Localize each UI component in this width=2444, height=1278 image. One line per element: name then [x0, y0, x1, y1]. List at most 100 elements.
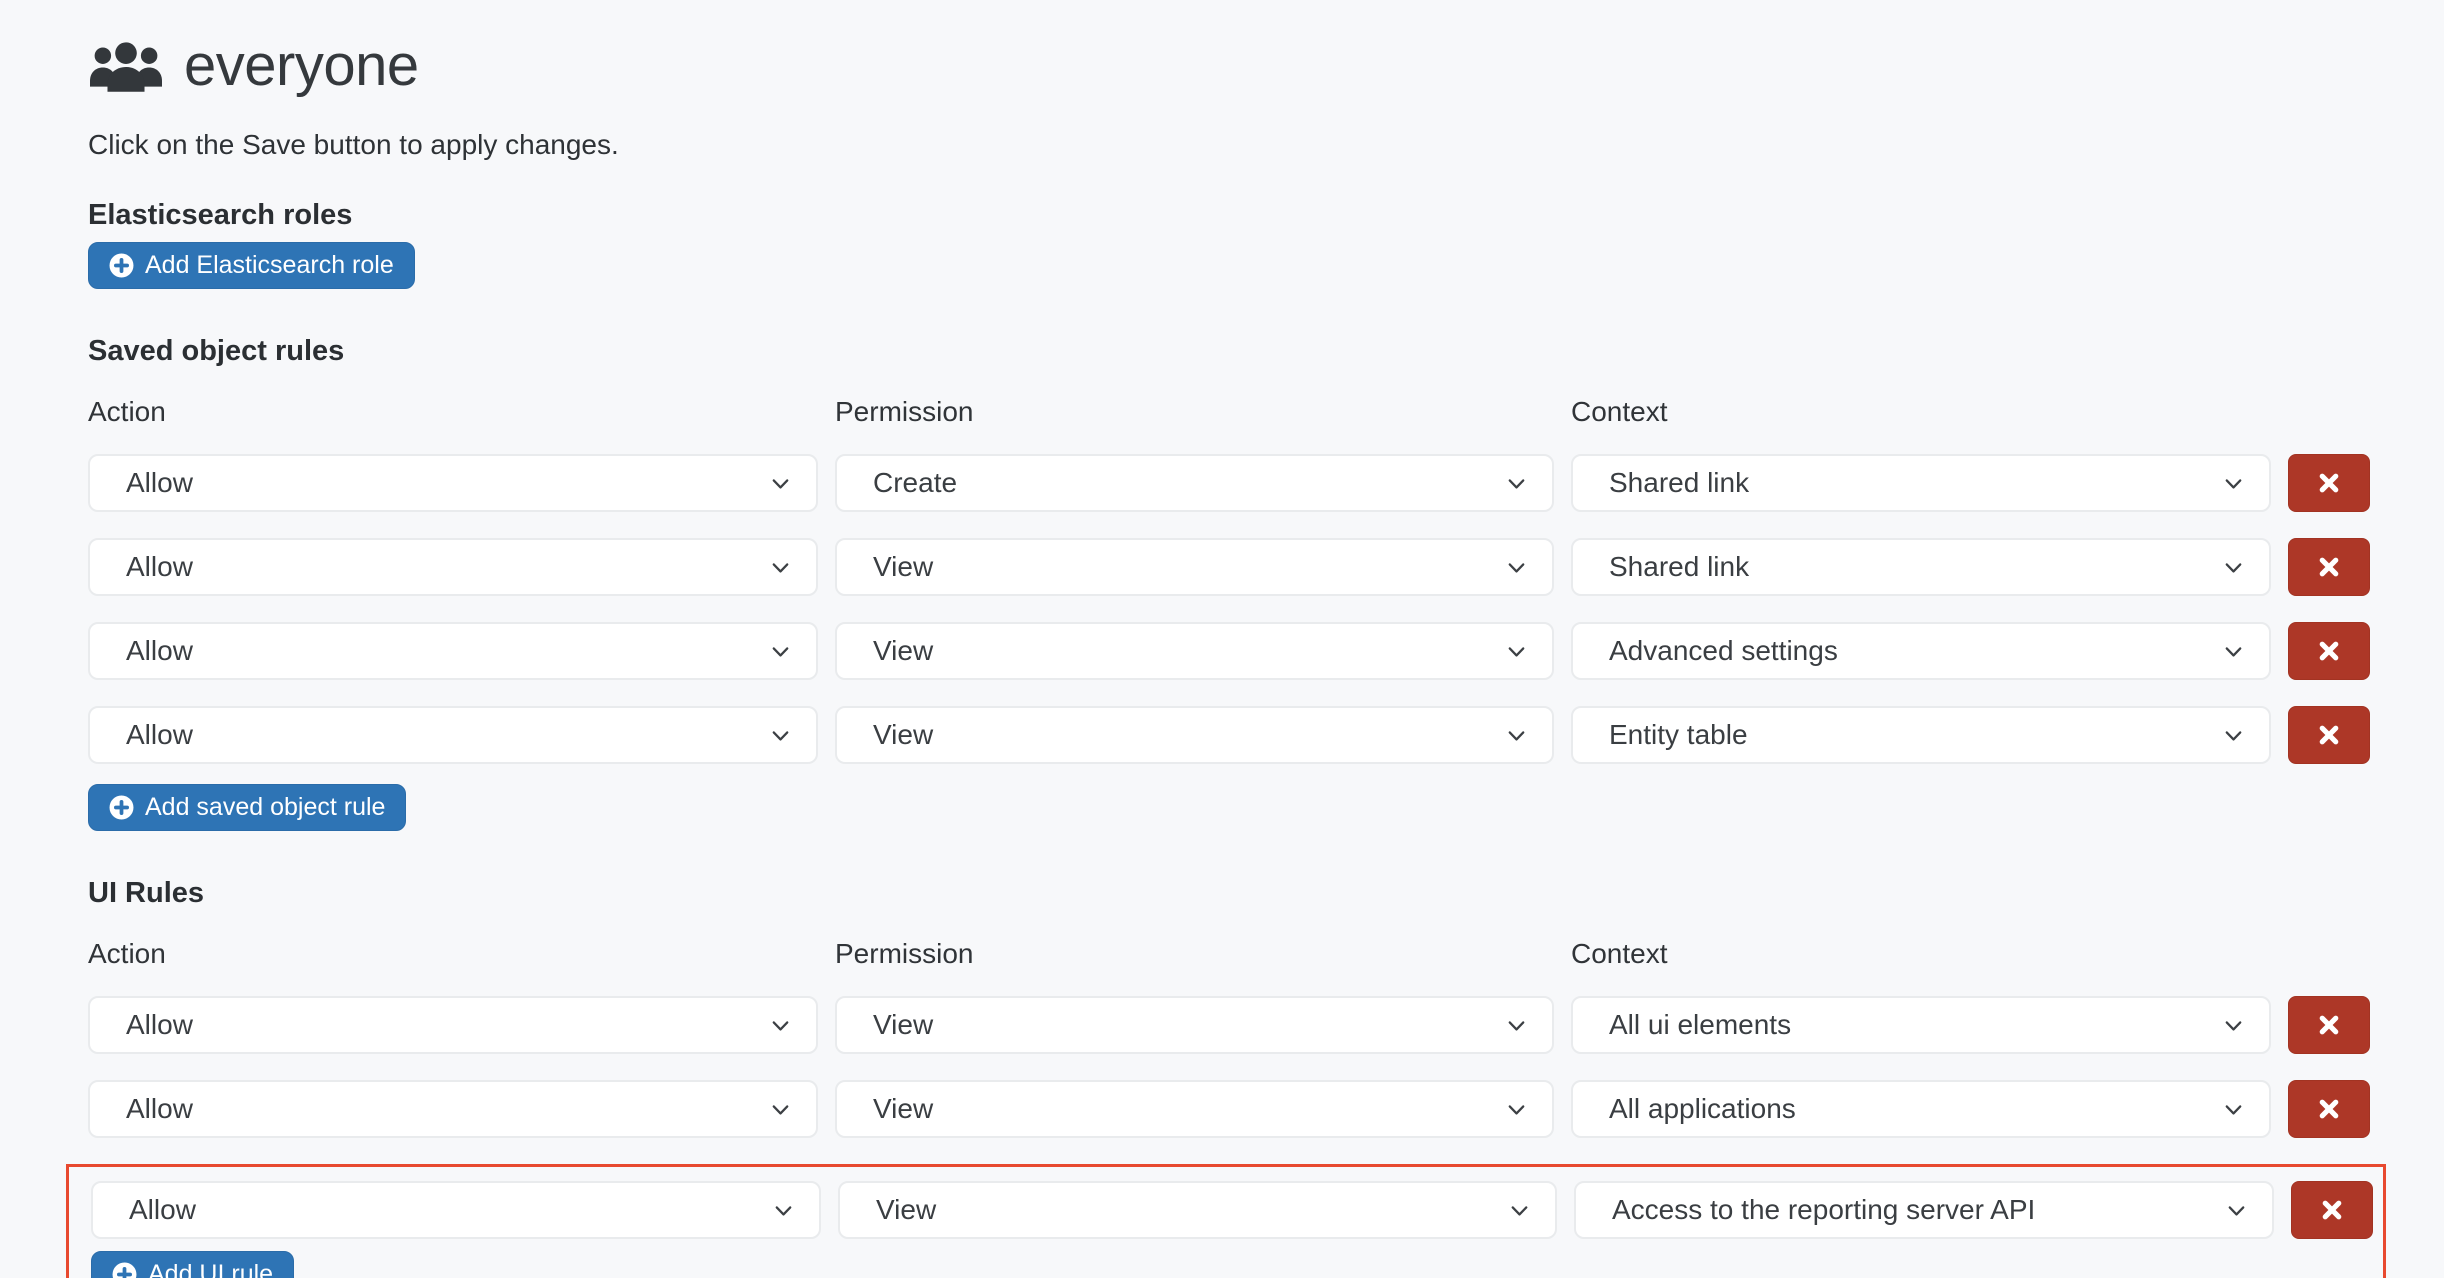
permission-select[interactable]: View: [838, 1181, 1557, 1239]
rule-row: Allow Create Shared link: [88, 454, 2444, 512]
permission-select[interactable]: Create: [835, 454, 1554, 512]
elasticsearch-roles-heading: Elasticsearch roles: [88, 199, 2444, 232]
permission-select-value: View: [873, 635, 1503, 667]
permission-select[interactable]: View: [835, 1080, 1554, 1138]
users-icon: [90, 40, 162, 92]
remove-rule-button[interactable]: [2288, 706, 2370, 764]
action-select[interactable]: Allow: [88, 996, 818, 1054]
action-select-value: Allow: [126, 467, 767, 499]
context-select-value: Shared link: [1609, 467, 2220, 499]
column-header-context: Context: [1571, 938, 2271, 970]
column-header-context: Context: [1571, 396, 2271, 428]
remove-rule-button[interactable]: [2291, 1181, 2373, 1239]
rule-row: Allow View All ui elements: [88, 996, 2444, 1054]
rule-row: Allow View Advanced settings: [88, 622, 2444, 680]
chevron-down-icon: [770, 1197, 797, 1224]
chevron-down-icon: [1503, 1096, 1530, 1123]
page-title: everyone: [184, 32, 419, 99]
chevron-down-icon: [2220, 554, 2247, 581]
save-hint-text: Click on the Save button to apply change…: [88, 129, 2444, 161]
action-select-value: Allow: [126, 551, 767, 583]
chevron-down-icon: [767, 638, 794, 665]
chevron-down-icon: [767, 1096, 794, 1123]
action-select-value: Allow: [126, 1009, 767, 1041]
permission-select[interactable]: View: [835, 538, 1554, 596]
page-header: everyone: [90, 32, 2444, 99]
action-select[interactable]: Allow: [88, 1080, 818, 1138]
rule-row: Allow View Shared link: [88, 538, 2444, 596]
plus-circle-icon: [109, 253, 134, 278]
permission-select-value: View: [873, 719, 1503, 751]
context-select[interactable]: All ui elements: [1571, 996, 2271, 1054]
add-saved-object-rule-label: Add saved object rule: [145, 793, 385, 822]
chevron-down-icon: [767, 470, 794, 497]
role-permissions-page: everyone Click on the Save button to app…: [0, 0, 2444, 1278]
chevron-down-icon: [2220, 722, 2247, 749]
chevron-down-icon: [2220, 1012, 2247, 1039]
x-icon: [2315, 1011, 2343, 1039]
action-select[interactable]: Allow: [88, 454, 818, 512]
saved-object-rules-column-headers: Action Permission Context: [88, 396, 2444, 428]
permission-select[interactable]: View: [835, 706, 1554, 764]
add-ui-rule-label: Add UI rule: [148, 1260, 273, 1278]
context-select[interactable]: Shared link: [1571, 538, 2271, 596]
remove-rule-button[interactable]: [2288, 996, 2370, 1054]
remove-rule-button[interactable]: [2288, 538, 2370, 596]
saved-object-rules-heading: Saved object rules: [88, 335, 2444, 368]
remove-rule-button[interactable]: [2288, 454, 2370, 512]
x-icon: [2315, 721, 2343, 749]
x-icon: [2318, 1196, 2346, 1224]
context-select-value: Shared link: [1609, 551, 2220, 583]
permission-select[interactable]: View: [835, 622, 1554, 680]
ui-rules-list: Allow View All ui elements Allow: [88, 996, 2444, 1138]
x-icon: [2315, 637, 2343, 665]
context-select[interactable]: Advanced settings: [1571, 622, 2271, 680]
highlighted-rule-list: Allow View Access to the reporting serve…: [91, 1181, 2375, 1239]
plus-circle-icon: [109, 795, 134, 820]
add-elasticsearch-role-button[interactable]: Add Elasticsearch role: [88, 242, 415, 289]
action-select[interactable]: Allow: [88, 538, 818, 596]
context-select[interactable]: Access to the reporting server API: [1574, 1181, 2274, 1239]
context-select-value: All ui elements: [1609, 1009, 2220, 1041]
context-select-value: Access to the reporting server API: [1612, 1194, 2223, 1226]
context-select[interactable]: Entity table: [1571, 706, 2271, 764]
context-select-value: Advanced settings: [1609, 635, 2220, 667]
add-saved-object-rule-button[interactable]: Add saved object rule: [88, 784, 406, 831]
chevron-down-icon: [1503, 470, 1530, 497]
context-select[interactable]: Shared link: [1571, 454, 2271, 512]
plus-circle-icon: [112, 1262, 137, 1278]
permission-select[interactable]: View: [835, 996, 1554, 1054]
action-select[interactable]: Allow: [88, 706, 818, 764]
action-select-value: Allow: [126, 719, 767, 751]
chevron-down-icon: [767, 554, 794, 581]
chevron-down-icon: [767, 722, 794, 749]
action-select[interactable]: Allow: [91, 1181, 821, 1239]
action-select[interactable]: Allow: [88, 622, 818, 680]
x-icon: [2315, 469, 2343, 497]
add-elasticsearch-role-label: Add Elasticsearch role: [145, 251, 394, 280]
column-header-action: Action: [88, 396, 818, 428]
chevron-down-icon: [2220, 470, 2247, 497]
permission-select-value: View: [873, 551, 1503, 583]
x-icon: [2315, 1095, 2343, 1123]
x-icon: [2315, 553, 2343, 581]
chevron-down-icon: [2220, 638, 2247, 665]
column-header-action: Action: [88, 938, 818, 970]
action-select-value: Allow: [126, 1093, 767, 1125]
chevron-down-icon: [1503, 722, 1530, 749]
context-select-value: Entity table: [1609, 719, 2220, 751]
column-header-permission: Permission: [835, 396, 1554, 428]
chevron-down-icon: [2223, 1197, 2250, 1224]
add-ui-rule-button[interactable]: Add UI rule: [91, 1251, 294, 1278]
permission-select-value: View: [876, 1194, 1506, 1226]
action-select-value: Allow: [126, 635, 767, 667]
column-header-permission: Permission: [835, 938, 1554, 970]
remove-rule-button[interactable]: [2288, 1080, 2370, 1138]
permission-select-value: View: [873, 1093, 1503, 1125]
context-select[interactable]: All applications: [1571, 1080, 2271, 1138]
rule-row: Allow View All applications: [88, 1080, 2444, 1138]
permission-select-value: Create: [873, 467, 1503, 499]
saved-object-rules-list: Allow Create Shared link Allow: [88, 454, 2444, 764]
chevron-down-icon: [767, 1012, 794, 1039]
remove-rule-button[interactable]: [2288, 622, 2370, 680]
